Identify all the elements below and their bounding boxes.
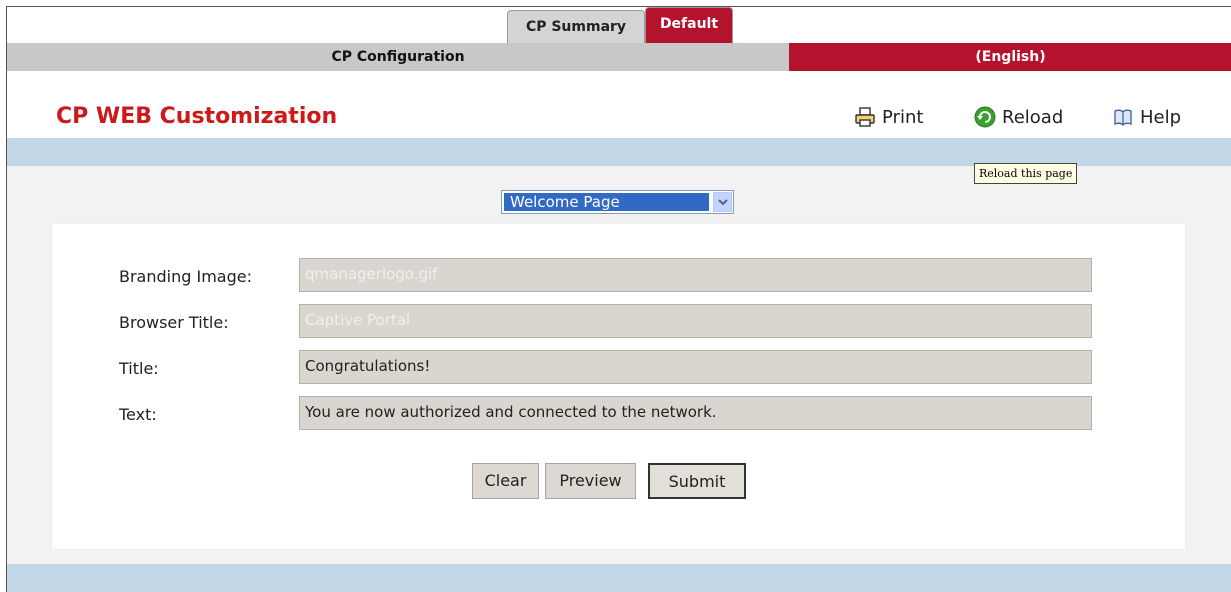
help-button[interactable]: Help: [1112, 105, 1181, 129]
form-row-title: Title: Congratulations!: [52, 350, 1185, 386]
form-row-text: Text: You are now authorized and connect…: [52, 396, 1185, 432]
reload-button[interactable]: Reload: [974, 105, 1063, 129]
submit-button[interactable]: Submit: [648, 463, 746, 499]
reload-label: Reload: [1002, 106, 1064, 128]
title-label: Title:: [119, 359, 159, 378]
content-frame: CP Summary Default CP Configuration (Eng…: [6, 6, 1231, 592]
page-type-select-value: Welcome Page: [504, 193, 709, 211]
title-field[interactable]: Congratulations!: [299, 350, 1092, 384]
text-label: Text:: [119, 405, 157, 424]
tab-default[interactable]: Default: [645, 7, 733, 43]
footer-band: [7, 564, 1231, 592]
preview-button[interactable]: Preview: [545, 463, 636, 499]
chevron-down-icon[interactable]: [713, 192, 732, 212]
help-label: Help: [1140, 106, 1182, 128]
help-book-icon: [1112, 106, 1134, 128]
print-label: Print: [882, 106, 924, 128]
form-row-browser-title: Browser Title: Captive Portal: [52, 304, 1185, 340]
branding-image-field: qmanagerlogo.gif: [299, 258, 1092, 292]
branding-image-label: Branding Image:: [119, 267, 252, 286]
form-buttons: Clear Preview Submit: [52, 463, 1185, 499]
browser-title-field: Captive Portal: [299, 304, 1092, 338]
printer-icon: [854, 106, 876, 128]
print-button[interactable]: Print: [854, 105, 923, 129]
page-title: CP WEB Customization: [56, 104, 338, 129]
reload-tooltip: Reload this page: [974, 163, 1078, 184]
clear-button[interactable]: Clear: [472, 463, 539, 499]
config-bar: CP Configuration (English): [7, 43, 1231, 71]
config-bar-title: CP Configuration: [7, 43, 789, 71]
header-divider-band: [7, 138, 1231, 166]
text-field[interactable]: You are now authorized and connected to …: [299, 396, 1092, 430]
browser-title-label: Browser Title:: [119, 313, 229, 332]
page-type-select[interactable]: Welcome Page: [501, 190, 734, 214]
reload-icon: [974, 106, 996, 128]
tab-cp-summary[interactable]: CP Summary: [507, 10, 645, 43]
form-row-branding-image: Branding Image: qmanagerlogo.gif: [52, 258, 1185, 294]
customization-form: Branding Image: qmanagerlogo.gif Browser…: [51, 223, 1186, 550]
language-label: (English): [789, 43, 1231, 71]
